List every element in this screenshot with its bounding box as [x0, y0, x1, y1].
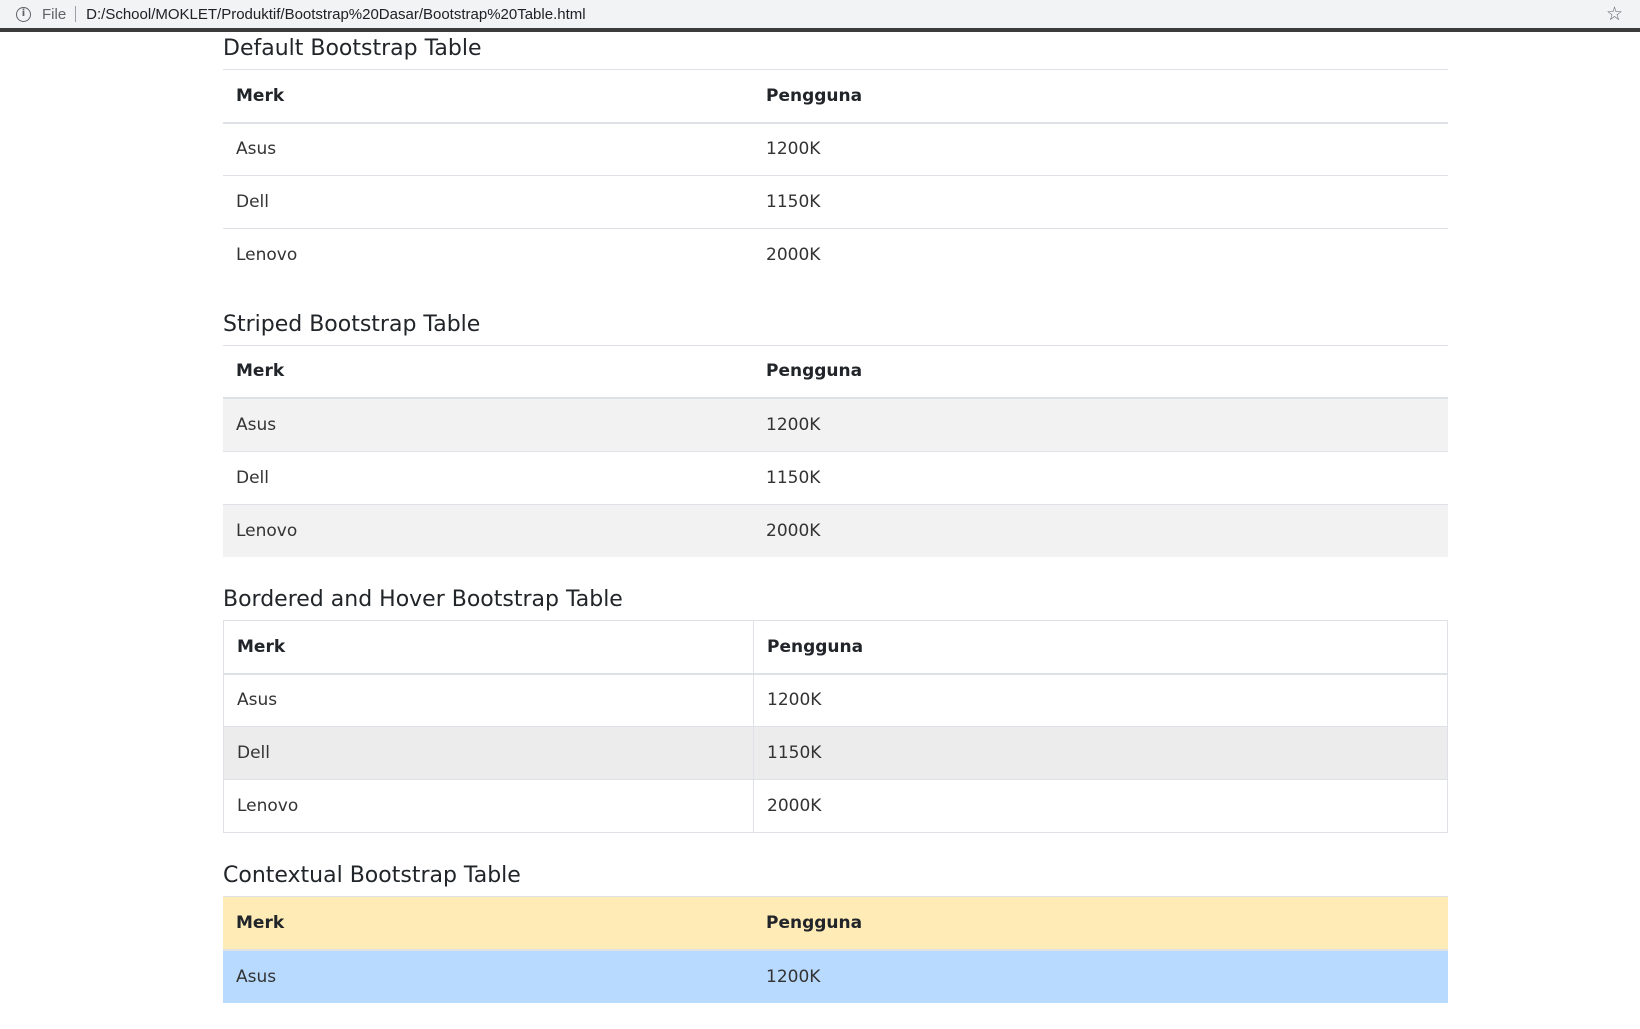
table-row: Dell 1150K	[223, 450, 1448, 504]
cell-merk: Dell	[223, 726, 754, 780]
cell-merk: Asus	[223, 673, 754, 727]
header-pengguna: Pengguna	[753, 620, 1448, 675]
cell-pengguna: 1200K	[753, 397, 1448, 451]
browser-address-bar: i File D:/School/MOKLET/Produktif/Bootst…	[0, 0, 1640, 32]
table-row: Asus 1200K	[223, 397, 1448, 451]
cell-pengguna: 1200K	[753, 122, 1448, 176]
cell-pengguna: 1200K	[753, 949, 1448, 1003]
cell-merk: Lenovo	[223, 503, 753, 557]
bordered-hover-table: Merk Pengguna Asus 1200K Dell 1150K Leno…	[223, 620, 1448, 833]
section-title-striped: Striped Bootstrap Table	[223, 311, 481, 337]
url-field[interactable]: D:/School/MOKLET/Produktif/Bootstrap%20D…	[86, 6, 585, 23]
cell-merk: Asus	[223, 949, 753, 1003]
section-title-default: Default Bootstrap Table	[223, 36, 482, 61]
cell-merk: Dell	[223, 450, 753, 504]
cell-merk: Lenovo	[223, 228, 753, 282]
table-row-hovered[interactable]: Dell 1150K	[223, 726, 1448, 780]
header-pengguna: Pengguna	[753, 69, 1448, 123]
cell-merk: Lenovo	[223, 779, 754, 833]
table-header-row: Merk Pengguna	[223, 620, 1448, 675]
default-table: Merk Pengguna Asus 1200K Dell 1150K Leno…	[223, 69, 1448, 282]
info-icon[interactable]: i	[16, 6, 31, 22]
section-title-contextual: Contextual Bootstrap Table	[223, 863, 521, 888]
table-row[interactable]: Asus 1200K	[223, 673, 1448, 727]
header-pengguna: Pengguna	[753, 896, 1448, 950]
header-pengguna: Pengguna	[753, 344, 1448, 398]
striped-table: Merk Pengguna Asus 1200K Dell 1150K Leno…	[223, 344, 1448, 557]
header-merk: Merk	[223, 620, 754, 675]
table-header-row-warning: Merk Pengguna	[223, 896, 1448, 950]
cell-merk: Dell	[223, 175, 753, 229]
header-merk: Merk	[223, 896, 753, 950]
cell-merk: Asus	[223, 397, 753, 451]
table-header-row: Merk Pengguna	[223, 69, 1448, 123]
cell-pengguna: 1150K	[753, 726, 1448, 780]
cell-pengguna: 1150K	[753, 450, 1448, 504]
cell-merk: Asus	[223, 122, 753, 176]
contextual-table: Merk Pengguna Asus 1200K	[223, 896, 1448, 1003]
table-row: Lenovo 2000K	[223, 228, 1448, 282]
cell-pengguna: 2000K	[753, 779, 1448, 833]
address-separator	[75, 6, 77, 22]
header-merk: Merk	[223, 344, 753, 398]
page-container: Default Bootstrap Table Merk Pengguna As…	[223, 32, 1448, 1029]
table-row: Dell 1150K	[223, 175, 1448, 229]
table-header-row: Merk Pengguna	[223, 344, 1448, 398]
table-row[interactable]: Lenovo 2000K	[223, 779, 1448, 833]
table-row-info: Asus 1200K	[223, 949, 1448, 1003]
cell-pengguna: 2000K	[753, 503, 1448, 557]
header-merk: Merk	[223, 69, 753, 123]
table-row: Asus 1200K	[223, 122, 1448, 176]
cell-pengguna: 1150K	[753, 175, 1448, 229]
cell-pengguna: 1200K	[753, 673, 1448, 727]
section-title-bordered-hover: Bordered and Hover Bootstrap Table	[223, 587, 623, 612]
file-label: File	[42, 5, 67, 23]
table-row: Lenovo 2000K	[223, 503, 1448, 557]
bookmark-star-icon[interactable]: ☆	[1606, 3, 1623, 25]
cell-pengguna: 2000K	[753, 228, 1448, 282]
